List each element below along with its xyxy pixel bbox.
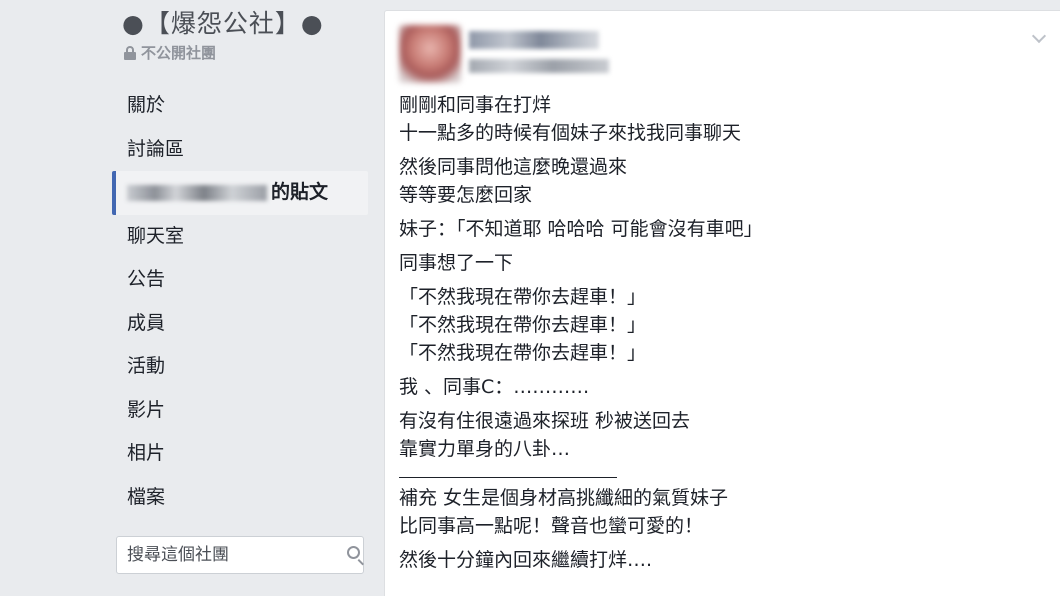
post-paragraph: 有沒有住很遠過來探班 秒被送回去 靠實力單身的八卦…: [399, 407, 1039, 463]
post-paragraph: 補充 女生是個身材高挑纖細的氣質妹子 比同事高一點呢！聲音也蠻可愛的！: [399, 484, 1039, 540]
post-card: 剛剛和同事在打烊 十一點多的時候有個妹子來找我同事聊天 然後同事問他這麼晚還過來…: [384, 10, 1060, 596]
post-paragraph: 同事想了一下: [399, 249, 1039, 277]
post-paragraph: 我 、同事C：…………: [399, 373, 1039, 401]
post-paragraph: 然後十分鐘內回來繼續打烊….: [399, 546, 1039, 574]
nav-item-member-posts[interactable]: 的貼文: [112, 171, 368, 215]
nav-item-discussion[interactable]: 討論區: [112, 128, 368, 172]
post-line: 我 、同事C：…………: [399, 376, 590, 398]
nav-label: 成員: [127, 311, 166, 334]
post-paragraph: 妹子：「不知道耶 哈哈哈 可能會沒有車吧」: [399, 215, 1039, 243]
nav-item-videos[interactable]: 影片: [112, 389, 368, 433]
post-line: 「不然我現在帶你去趕車！」: [399, 286, 647, 308]
blurred-member-name: [127, 184, 267, 201]
post-timestamp-blurred[interactable]: [469, 59, 609, 73]
search-input[interactable]: [127, 545, 346, 565]
post-line: 妹子：「不知道耶 哈哈哈 可能會沒有車吧」: [399, 218, 763, 240]
post-paragraph: 剛剛和同事在打烊 十一點多的時候有個妹子來找我同事聊天: [399, 91, 1039, 147]
post-line: 剛剛和同事在打烊: [399, 94, 552, 116]
post-line: 同事想了一下: [399, 252, 514, 274]
post-paragraph: 「不然我現在帶你去趕車！」 「不然我現在帶你去趕車！」 「不然我現在帶你去趕車！…: [399, 283, 1039, 367]
post-line: 然後同事問他這麼晚還過來: [399, 156, 628, 178]
post-paragraph: 然後同事問他這麼晚還過來 等等要怎麼回家: [399, 153, 1039, 209]
nav-label: 檔案: [127, 485, 166, 508]
post-line: 然後十分鐘內回來繼續打烊….: [399, 549, 653, 571]
nav-item-announcements[interactable]: 公告: [112, 258, 368, 302]
nav-label: 相片: [127, 442, 166, 464]
nav-item-about[interactable]: 關於: [112, 84, 368, 128]
nav-item-photos[interactable]: 相片: [112, 432, 368, 476]
post-line: 十一點多的時候有個妹子來找我同事聊天: [399, 122, 742, 144]
group-title[interactable]: ●【爆怨公社】●: [122, 4, 324, 40]
nav-item-files[interactable]: 檔案: [112, 476, 368, 520]
lock-icon: [124, 45, 136, 60]
nav-item-chat[interactable]: 聊天室: [112, 215, 368, 259]
nav-label: 公告: [127, 268, 166, 290]
nav-label: 關於: [127, 94, 166, 116]
post-line: 等等要怎麼回家: [399, 184, 533, 206]
post-line: 「不然我現在帶你去趕車！」: [399, 342, 647, 364]
divider-line: [399, 477, 617, 478]
nav-label: 影片: [127, 398, 166, 421]
nav-label: 的貼文: [271, 181, 329, 203]
nav-item-events[interactable]: 活動: [112, 345, 368, 389]
post-line: 比同事高一點呢！聲音也蠻可愛的！: [399, 515, 704, 537]
nav-label: 活動: [127, 355, 166, 377]
post-line: 補充 女生是個身材高挑纖細的氣質妹子: [399, 487, 729, 509]
post-line: 靠實力單身的八卦…: [399, 438, 571, 460]
chevron-down-icon[interactable]: [1031, 28, 1047, 44]
nav-label: 討論區: [127, 137, 185, 160]
search-icon[interactable]: [346, 545, 364, 566]
privacy-status: 不公開社團: [124, 42, 216, 63]
group-search: [116, 536, 364, 574]
group-sidebar: ●【爆怨公社】● 不公開社團 關於 討論區 的貼文 聊天室 公告 成員 活動 影…: [112, 0, 372, 596]
post-body: 剛剛和同事在打烊 十一點多的時候有個妹子來找我同事聊天 然後同事問他這麼晚還過來…: [399, 91, 1039, 580]
avatar[interactable]: [399, 25, 461, 83]
post-line: 有沒有住很遠過來探班 秒被送回去: [399, 410, 691, 432]
nav-item-members[interactable]: 成員: [112, 302, 368, 346]
post-line: 「不然我現在帶你去趕車！」: [399, 314, 647, 336]
group-nav: 關於 討論區 的貼文 聊天室 公告 成員 活動 影片 相片 檔案: [112, 84, 368, 519]
author-name-blurred[interactable]: [469, 31, 599, 49]
nav-label: 聊天室: [127, 224, 185, 247]
privacy-label: 不公開社團: [141, 44, 217, 62]
